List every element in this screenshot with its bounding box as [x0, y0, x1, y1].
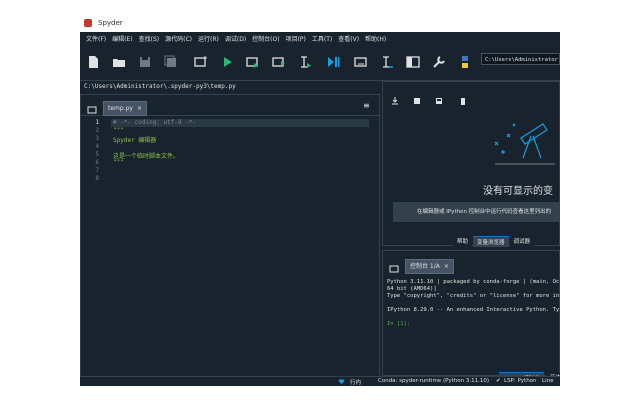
save-data-icon[interactable] — [413, 90, 421, 109]
run-selection-icon[interactable] — [296, 53, 314, 71]
import-data-icon[interactable] — [391, 90, 399, 109]
console-output-line: 64 bit (AMD64)] — [387, 286, 437, 292]
editor-file-path: C:\Users\Administrator\.spyder-py3\temp.… — [84, 83, 236, 90]
maximize-icon[interactable] — [404, 53, 422, 71]
editor-tab-bar: temp.py × ≡ — [81, 95, 379, 116]
menu-projects[interactable]: 项目(P) — [286, 34, 306, 43]
new-window-icon[interactable] — [192, 53, 210, 71]
new-file-icon[interactable] — [84, 53, 102, 71]
save-icon[interactable] — [136, 53, 154, 71]
browse-tabs-icon[interactable] — [389, 259, 399, 278]
menu-edit[interactable]: 编辑(E) — [112, 34, 132, 43]
tab-debugger[interactable]: 调试器 — [509, 236, 535, 247]
editor-tab[interactable]: temp.py × — [103, 101, 147, 116]
line-number: 8 — [95, 175, 99, 182]
remove-variables-icon[interactable] — [459, 90, 467, 109]
right-top-tabs: 帮助 变量浏览器 调试器 — [453, 236, 535, 247]
code-line[interactable]: """ — [113, 159, 124, 166]
line-number: 4 — [95, 143, 99, 150]
run-cell-icon[interactable] — [244, 53, 262, 71]
console-output-line: Python 3.11.10 | packaged by conda-forge… — [387, 279, 560, 285]
debug-icon[interactable] — [324, 53, 342, 71]
tab-variable-explorer[interactable]: 变量浏览器 — [473, 236, 509, 247]
line-number-gutter: 1 2 3 4 5 6 7 8 — [81, 117, 105, 375]
menu-consoles[interactable]: 控制台(O) — [252, 34, 279, 43]
telescope-illustration-icon — [491, 116, 560, 170]
console-output-line: IPython 8.29.0 -- An enhanced Interactiv… — [387, 307, 560, 313]
menu-debug[interactable]: 调试(D) — [225, 34, 246, 43]
save-data-as-icon[interactable] — [435, 90, 443, 109]
tab-help[interactable]: 帮助 — [453, 236, 473, 247]
line-number: 1 — [95, 119, 99, 126]
status-conda: Conda: spyder-runtime (Python 3.11.10) — [378, 378, 490, 384]
code-line[interactable]: # -*- coding: utf-8 -*- — [113, 119, 196, 126]
wrench-icon[interactable] — [430, 53, 448, 71]
code-line[interactable]: Spyder 编辑器 — [113, 135, 156, 144]
line-number: 3 — [95, 135, 99, 142]
working-directory-field[interactable]: C:\Users\Administrator — [481, 53, 560, 65]
spyder-logo-icon — [84, 19, 92, 27]
python-icon[interactable] — [456, 53, 474, 71]
line-number: 5 — [95, 151, 99, 158]
spyder-window: Spyder 文件(F) 编辑(E) 查找(S) 源代码(C) 运行(R) 调试… — [80, 14, 560, 386]
heart-icon[interactable] — [338, 378, 345, 386]
window-title: Spyder — [98, 19, 123, 27]
menu-help[interactable]: 帮助(H) — [365, 34, 386, 43]
save-all-icon[interactable] — [162, 53, 180, 71]
empty-state-hint: 在编辑器或 IPython 控制台中运行代码查看这里列出的 — [393, 202, 560, 222]
line-number: 2 — [95, 127, 99, 134]
status-check-icon: ✔ — [496, 378, 501, 384]
line-number: 6 — [95, 159, 99, 166]
run-cell-advance-icon[interactable] — [270, 53, 288, 71]
close-icon[interactable]: × — [137, 102, 142, 115]
console-output-line: Type "copyright", "credits" or "license"… — [387, 293, 560, 299]
menu-source[interactable]: 源代码(C) — [165, 34, 192, 43]
menu-tools[interactable]: 工具(T) — [312, 34, 332, 43]
restart-icon[interactable] — [352, 53, 370, 71]
stop-icon[interactable] — [378, 53, 396, 71]
status-inline: 行内 — [350, 380, 362, 386]
options-menu-icon[interactable]: ≡ — [363, 101, 370, 110]
empty-state-title: 没有可显示的变 — [483, 186, 553, 197]
menu-run[interactable]: 运行(R) — [198, 34, 219, 43]
menu-bar: 文件(F) 编辑(E) 查找(S) 源代码(C) 运行(R) 调试(D) 控制台… — [80, 32, 560, 44]
status-bar: 行内 Conda: spyder-runtime (Python 3.11.10… — [80, 376, 560, 386]
console-prompt[interactable]: In [1]: — [387, 321, 410, 327]
status-lsp: LSP: Python — [504, 378, 537, 384]
close-icon[interactable]: × — [444, 260, 449, 273]
variable-explorer-pane: 没有可显示的变 在编辑器或 IPython 控制台中运行代码查看这里列出的 帮助… — [382, 81, 560, 247]
menu-file[interactable]: 文件(F) — [86, 34, 106, 43]
status-line: Line — [542, 378, 554, 384]
title-bar: Spyder — [80, 14, 560, 32]
line-number: 7 — [95, 167, 99, 174]
ipython-console-pane: 控制台 1/A × Python 3.11.10 | packaged by c… — [382, 250, 560, 383]
console-tab-label: 控制台 1/A — [410, 263, 440, 270]
editor-tab-label: temp.py — [108, 105, 133, 112]
editor-pane: temp.py × ≡ 1 2 3 4 5 6 7 8 # -*- coding… — [80, 94, 380, 378]
code-line[interactable]: """ — [113, 127, 124, 134]
menu-search[interactable]: 查找(S) — [139, 34, 160, 43]
console-tab[interactable]: 控制台 1/A × — [405, 259, 454, 274]
menu-view[interactable]: 查看(V) — [338, 34, 359, 43]
run-icon[interactable] — [218, 53, 236, 71]
open-folder-icon[interactable] — [110, 53, 128, 71]
